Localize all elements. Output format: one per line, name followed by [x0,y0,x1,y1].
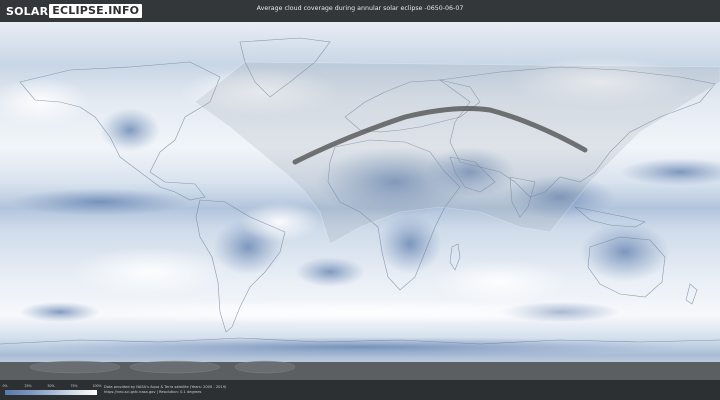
page-title: Average cloud coverage during annular so… [256,5,464,12]
page: SOLAR ECLIPSE.INFO Average cloud coverag… [0,0,720,400]
credit-line-2[interactable]: https://neo.sci.gsfc.nasa.gov | Resoluti… [104,390,226,395]
legend-tick: 75% [70,384,78,388]
logo-text-eclipse-info: ECLIPSE.INFO [49,4,143,18]
data-credit: Data provided by NASA's Aqua & Terra sat… [104,385,226,395]
legend-tick: 25% [24,384,32,388]
cloud-coverage-map [0,22,720,380]
site-logo[interactable]: SOLAR ECLIPSE.INFO [6,3,143,19]
legend-color-bar [5,390,97,395]
header-bar: SOLAR ECLIPSE.INFO Average cloud coverag… [0,0,720,22]
map-bottom-ellipses [29,360,296,374]
cloud-coverage-legend: 0% 25% 50% 75% 100% [2,384,102,395]
logo-text-solar: SOLAR [6,4,49,18]
legend-tick: 0% [2,384,8,388]
legend-tick: 100% [92,384,102,388]
legend-tick: 50% [47,384,55,388]
